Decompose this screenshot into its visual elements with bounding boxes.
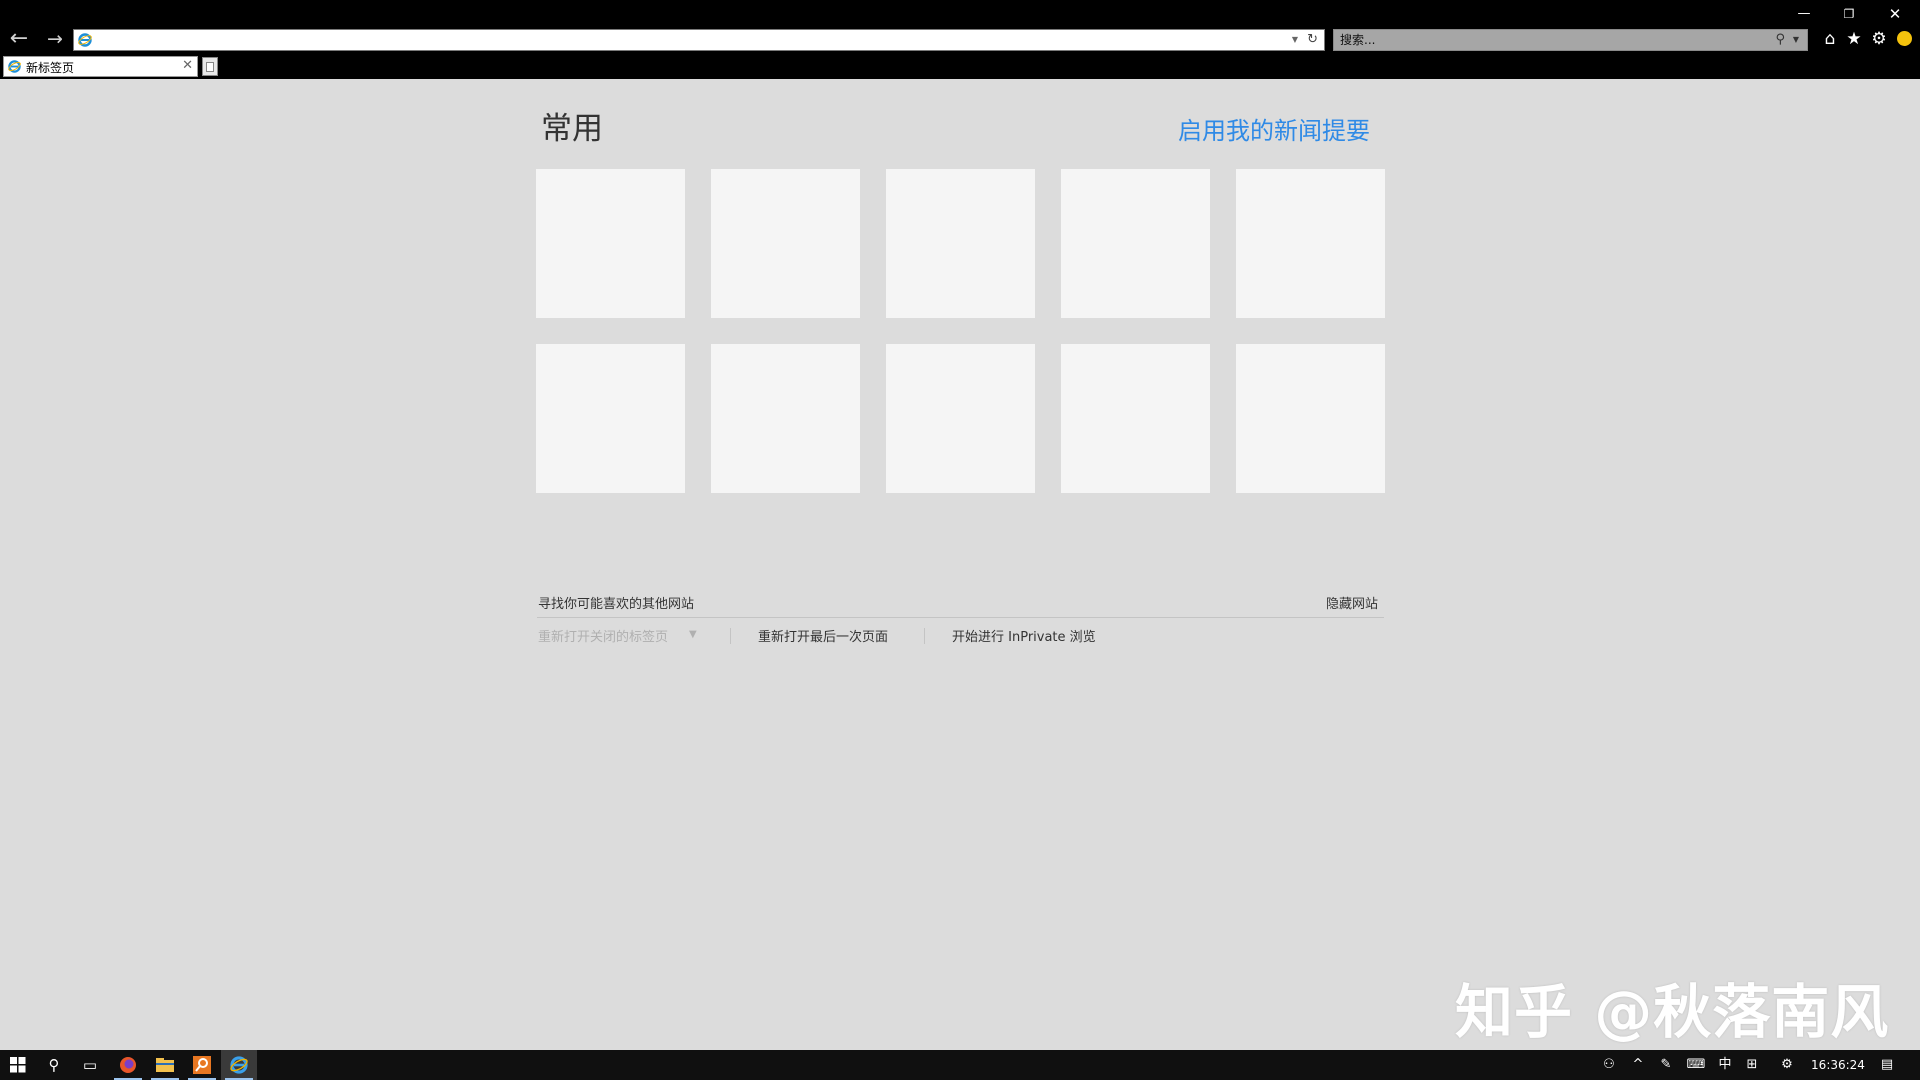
notifications-icon[interactable]: ▤ <box>1874 1050 1900 1080</box>
feedback-smiley-icon[interactable] <box>1893 28 1915 50</box>
address-input[interactable] <box>96 31 1266 49</box>
browser-chrome: ← → ▼ ↻ ⚲ ▼ ⌂ ★ ⚙ — ❐ ✕ 新标签页 ✕ <box>0 0 1920 79</box>
internet-explorer-icon[interactable] <box>221 1050 257 1080</box>
enable-news-feed-link[interactable]: 启用我的新闻提要 <box>1178 111 1370 146</box>
page-title: 常用 <box>541 111 603 147</box>
task-view-icon[interactable]: ▭ <box>72 1050 108 1080</box>
tab-label: 新标签页 <box>26 61 75 75</box>
site-tile[interactable] <box>711 344 860 493</box>
ie-favicon-icon <box>78 33 92 47</box>
site-tile[interactable] <box>1236 169 1385 318</box>
site-tile[interactable] <box>711 169 860 318</box>
pen-icon[interactable]: ✎ <box>1654 1050 1678 1080</box>
search-app-icon[interactable] <box>184 1050 220 1080</box>
hide-sites-link[interactable]: 隐藏网站 <box>1326 593 1378 612</box>
tab-new-tab[interactable]: 新标签页 ✕ <box>3 56 198 77</box>
site-tile[interactable] <box>886 169 1035 318</box>
clock[interactable]: 16:36:24 <box>1804 1050 1872 1080</box>
search-input[interactable] <box>1340 32 1740 48</box>
divider <box>924 628 925 644</box>
suggest-sites-link[interactable]: 寻找你可能喜欢的其他网站 <box>538 593 694 612</box>
search-dropdown-icon[interactable]: ▼ <box>1793 33 1799 47</box>
keyboard-icon[interactable]: ⌨ <box>1682 1050 1710 1080</box>
site-tile[interactable] <box>536 169 685 318</box>
new-tab-button[interactable] <box>202 57 218 76</box>
home-icon[interactable]: ⌂ <box>1819 28 1841 50</box>
refresh-icon[interactable]: ↻ <box>1307 31 1318 49</box>
new-tab-icon <box>206 62 214 72</box>
address-bar[interactable]: ▼ ↻ <box>73 29 1325 51</box>
search-icon[interactable]: ⚲ <box>1775 31 1785 49</box>
chevron-up-icon[interactable]: ^ <box>1626 1050 1650 1080</box>
firefox-icon[interactable] <box>110 1050 146 1080</box>
site-tile[interactable] <box>1236 344 1385 493</box>
close-window-button[interactable]: ✕ <box>1880 4 1910 24</box>
gear-icon[interactable]: ⚙ <box>1868 28 1890 50</box>
taskbar: ⚲ ▭ ⚇ ^ ✎ ⌨ 中 ⊞ ⚙ 16:36:24 ▤ <box>0 1050 1920 1080</box>
ime-mode-indicator[interactable]: 中 <box>1714 1050 1736 1080</box>
settings-gear-icon[interactable]: ⚙ <box>1775 1050 1799 1080</box>
ime-grid-icon[interactable]: ⊞ <box>1740 1050 1764 1080</box>
reopen-closed-tabs-link[interactable]: 重新打开关闭的标签页 <box>538 626 668 645</box>
search-icon[interactable]: ⚲ <box>36 1050 72 1080</box>
windows-start-icon[interactable] <box>0 1050 36 1080</box>
watermark: 知乎 @秋落南风 <box>1455 978 1890 1046</box>
site-tile[interactable] <box>886 344 1035 493</box>
minimize-button[interactable]: — <box>1789 4 1819 24</box>
people-icon[interactable]: ⚇ <box>1596 1050 1622 1080</box>
search-box[interactable]: ⚲ ▼ <box>1333 29 1808 51</box>
file-explorer-icon[interactable] <box>147 1050 183 1080</box>
site-tile[interactable] <box>536 344 685 493</box>
back-arrow-icon[interactable]: ← <box>4 28 34 50</box>
forward-arrow-icon[interactable]: → <box>40 28 70 50</box>
inprivate-browsing-link[interactable]: 开始进行 InPrivate 浏览 <box>952 626 1096 645</box>
favorites-star-icon[interactable]: ★ <box>1843 28 1865 50</box>
reopen-last-session-link[interactable]: 重新打开最后一次页面 <box>758 626 888 645</box>
chevron-down-icon[interactable]: ▼ <box>689 629 697 640</box>
tab-close-icon[interactable]: ✕ <box>182 58 193 73</box>
site-tile[interactable] <box>1061 169 1210 318</box>
divider <box>730 628 731 644</box>
ie-favicon-icon <box>8 60 21 73</box>
divider <box>537 617 1384 618</box>
site-tile[interactable] <box>1061 344 1210 493</box>
address-dropdown-icon[interactable]: ▼ <box>1292 33 1298 47</box>
restore-button[interactable]: ❐ <box>1834 4 1864 24</box>
